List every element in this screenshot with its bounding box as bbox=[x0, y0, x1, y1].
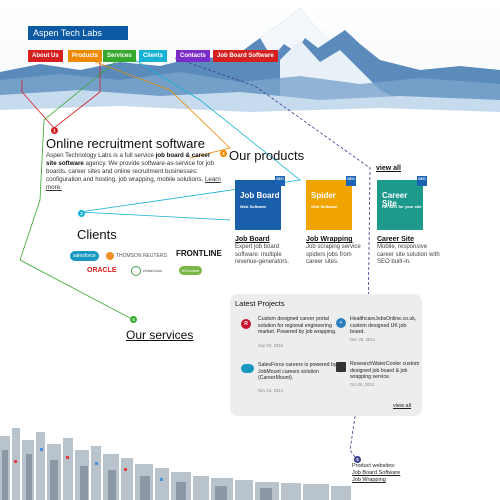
nav-clients[interactable]: Clients bbox=[139, 50, 168, 62]
product-box-subtitle: Web Software bbox=[240, 204, 267, 209]
client-logo-oracle: ORACLE bbox=[87, 267, 117, 274]
client-logo-bconnect: bConnect bbox=[179, 266, 203, 275]
product-title-job-board[interactable]: Job Board bbox=[235, 236, 270, 243]
intro-text-part-1: Aspen Technology Labs is a full service bbox=[46, 152, 156, 159]
thomson-reuters-icon bbox=[106, 252, 114, 260]
products-view-all-link[interactable]: view all bbox=[376, 165, 401, 172]
mountain-backdrop bbox=[0, 0, 500, 135]
client-logo-salesforce: salesforce bbox=[70, 251, 99, 261]
intro-text: Aspen Technology Labs is a full service … bbox=[46, 152, 221, 192]
projects-view-all-link[interactable]: view all bbox=[393, 403, 411, 409]
research-logo-icon bbox=[336, 362, 346, 372]
project-date: Oct 06, 2014 bbox=[350, 382, 374, 387]
nav-products[interactable]: Products bbox=[68, 50, 103, 62]
product-desc-job-wrapping: Job scraping service spiders jobs from c… bbox=[306, 244, 361, 265]
product-box-job-board[interactable]: SEO Job Board Web Software bbox=[235, 176, 285, 230]
nav-services[interactable]: Services bbox=[103, 50, 136, 62]
product-box-career-site[interactable]: SEO Career Site HR SEO for your site bbox=[377, 176, 427, 230]
nav-about-us[interactable]: About Us bbox=[28, 50, 63, 62]
seo-badge: SEO bbox=[417, 176, 427, 186]
marker-1: 1 bbox=[51, 127, 58, 134]
client-logo-thomson-reuters-text: THOMSON REUTERS bbox=[116, 253, 167, 259]
latest-projects-heading: Latest Projects bbox=[235, 299, 285, 308]
product-box-title: Job Board bbox=[240, 191, 280, 200]
project-date: Dec 26, 2014 bbox=[350, 337, 375, 342]
city-skyline-illustration bbox=[0, 428, 351, 500]
product-box-subtitle: HR SEO for your site bbox=[382, 204, 422, 209]
project-date: Nov 15, 2014 bbox=[258, 388, 283, 393]
job-wrapping-link[interactable]: Job Wrapping bbox=[352, 477, 400, 484]
seo-badge: SEO bbox=[275, 176, 285, 186]
client-logo-edataguard-text: eDataGuard bbox=[143, 269, 163, 273]
product-box-title: Spider bbox=[311, 191, 336, 200]
nav-job-board-software[interactable]: Job Board Software bbox=[213, 50, 278, 62]
product-websites: Product websites: Job Board Software Job… bbox=[352, 463, 400, 484]
products-heading: Our products bbox=[229, 148, 305, 163]
product-box-subtitle: Web Software bbox=[311, 204, 338, 209]
project-text[interactable]: SalesForce careers is powered by JobMoun… bbox=[258, 362, 338, 382]
client-logo-thomson-reuters: THOMSON REUTERS bbox=[106, 252, 167, 260]
clients-heading: Clients bbox=[77, 227, 117, 242]
intro-heading: Online recruitment software bbox=[46, 136, 205, 151]
salesforce-logo-icon bbox=[241, 364, 254, 373]
marker-4: 4 bbox=[130, 316, 137, 323]
edataguard-icon bbox=[131, 266, 141, 276]
project-date: Sep 04, 2015 bbox=[258, 343, 283, 348]
project-text[interactable]: Custom designed career portal solution f… bbox=[258, 316, 338, 336]
seo-badge: SEO bbox=[346, 176, 356, 186]
client-logo-edataguard: eDataGuard bbox=[131, 266, 162, 276]
project-logo-icon: R bbox=[241, 319, 251, 329]
project-text[interactable]: HealthcareJobsOnline.co.uk, custom desig… bbox=[350, 316, 420, 336]
project-text[interactable]: ResearchWaterCooler custom designed job … bbox=[350, 361, 420, 381]
marker-2: 2 bbox=[220, 150, 227, 157]
marker-3: 3 bbox=[78, 210, 85, 217]
product-desc-career-site: Mobile, responsive career site solution … bbox=[377, 244, 440, 265]
services-heading-link[interactable]: Our services bbox=[126, 328, 193, 342]
page: Aspen Tech Labs About Us Products Servic… bbox=[0, 0, 500, 500]
product-title-job-wrapping[interactable]: Job Wrapping bbox=[306, 236, 353, 243]
product-websites-label: Product websites: bbox=[352, 463, 396, 469]
logo[interactable]: Aspen Tech Labs bbox=[28, 26, 128, 40]
product-title-career-site[interactable]: Career Site bbox=[377, 236, 414, 243]
job-board-software-link[interactable]: Job Board Software bbox=[352, 470, 400, 477]
client-logo-salesforce-text: salesforce bbox=[70, 251, 99, 261]
product-box-spider[interactable]: SEO Spider Web Software bbox=[306, 176, 356, 230]
product-desc-job-board: Expert job board software: multiple reve… bbox=[235, 244, 290, 265]
nav-contacts[interactable]: Contacts bbox=[176, 50, 210, 62]
healthcare-logo-icon: + bbox=[336, 318, 346, 328]
client-logo-bconnect-text: bConnect bbox=[179, 266, 203, 275]
latest-projects-panel bbox=[230, 294, 422, 416]
client-logo-frontline: FRONTLINE bbox=[176, 249, 222, 258]
